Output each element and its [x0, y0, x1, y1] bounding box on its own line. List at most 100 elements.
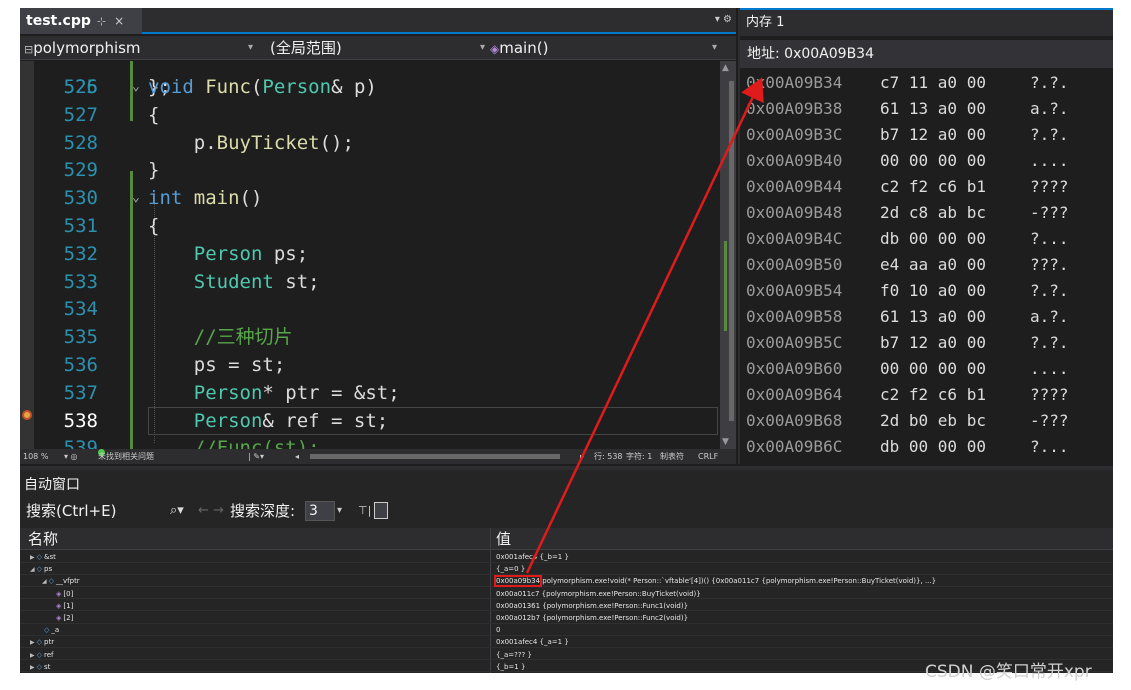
memory-row[interactable]: 0x00A09B5C b7 12 a0 00?.?.	[740, 330, 1113, 356]
code-line[interactable]: 532 Person ps;	[20, 240, 720, 268]
code-line[interactable]: 527 {	[20, 101, 720, 129]
memory-row[interactable]: 0x00A09B64 c2 f2 c6 b1????	[740, 382, 1113, 408]
memory-address: 0x00A09B64	[746, 385, 843, 404]
line-number: 528	[63, 131, 98, 154]
pin-column-icon[interactable]: ⊤|	[358, 498, 371, 524]
memory-address: 0x00A09B38	[746, 99, 843, 118]
memory-address-bar[interactable]: 地址: 0x00A09B34	[740, 40, 1113, 68]
autos-value-cell: 0x00a09b34 polymorphism.exe!void(* Perso…	[493, 575, 937, 588]
search-depth-select[interactable]: 3	[305, 501, 335, 521]
zoom-dropdown-icon[interactable]: ▾ ◎	[64, 449, 78, 464]
autos-value-cell: 0x001afec4 {_b=1 }	[496, 552, 569, 562]
scroll-right-icon[interactable]: ▸	[580, 449, 584, 464]
memory-row[interactable]: 0x00A09B34 c7 11 a0 00?.?.	[740, 70, 1113, 96]
search-icon[interactable]: ⌕▾	[170, 498, 184, 524]
memory-row[interactable]: 0x00A09B58 61 13 a0 00 a.?.	[740, 304, 1113, 330]
line-indicator: 行: 538	[594, 452, 623, 461]
expand-icon[interactable]: ▶	[30, 664, 35, 671]
memory-row[interactable]: 0x00A09B68 2d b0 eb bc -???	[740, 408, 1113, 434]
scroll-up-icon[interactable]: ▲	[722, 63, 729, 73]
autos-value-cell: 0x00a01361 {polymorphism.exe!Person::Fun…	[496, 601, 688, 611]
expand-icon[interactable]: ▶	[30, 639, 35, 646]
memory-row[interactable]: 0x00A09B44 c2 f2 c6 b1????	[740, 174, 1113, 200]
indent-indicator[interactable]: 制表符	[660, 449, 684, 464]
autos-row[interactable]: ▶ ◇ ptr 0x001afec4 {_a=1 }	[20, 637, 1113, 648]
address-input[interactable]: 0x00A09B34	[784, 46, 874, 62]
autos-row[interactable]: ◈ [1] 0x00a01361 {polymorphism.exe!Person:…	[20, 601, 1113, 612]
code-line[interactable]: 539 //Func(st);	[20, 434, 720, 449]
code-line[interactable]: 538 Person& ref = st;	[20, 407, 720, 435]
pin-icon[interactable]: ⊹	[97, 15, 106, 28]
autos-row[interactable]: ◢ ◇ ps {_a=0 }	[20, 564, 1113, 575]
scroll-left-icon[interactable]: ◂	[295, 449, 299, 464]
back-forward-icons[interactable]: ← →	[198, 498, 224, 524]
autos-row[interactable]: ◢ ◇ __vfptr 0x00a09b34 polymorphism.exe!voi…	[20, 575, 1113, 588]
scope-dropdown[interactable]: (全局范围) ▾	[270, 36, 502, 60]
autos-row[interactable]: ◇ _a 0	[20, 625, 1113, 636]
code-line[interactable]: 537 Person* ptr = &st;	[20, 379, 720, 407]
code-line[interactable]: 536 ps = st;	[20, 351, 720, 379]
code-line[interactable]: 534	[20, 295, 720, 323]
memory-row[interactable]: 0x00A09B50 e4 aa a0 00???.	[740, 252, 1113, 278]
autos-row[interactable]: ◈ [2] 0x00a012b7 {polymorphism.exe!Person:…	[20, 613, 1113, 624]
issues-text: 未找到相关问题	[98, 452, 154, 461]
variable-name: &st	[44, 553, 56, 561]
close-icon[interactable]: ×	[114, 14, 124, 28]
chevron-down-icon[interactable]: ▾	[337, 498, 342, 524]
tab-test-cpp[interactable]: test.cpp ⊹ ×	[20, 8, 142, 34]
code-token: {	[148, 215, 160, 237]
memory-row[interactable]: 0x00A09B54 f0 10 a0 00?.?.	[740, 278, 1113, 304]
collapse-icon[interactable]: ⌄	[132, 184, 140, 212]
eol-indicator[interactable]: CRLF	[698, 449, 718, 464]
brush-icon[interactable]: | ✎▾	[248, 449, 264, 464]
memory-row[interactable]: 0x00A09B48 2d c8 ab bc -???	[740, 200, 1113, 226]
memory-row[interactable]: 0x00A09B6C db 00 00 00?...	[740, 434, 1113, 460]
code-line[interactable]: 528 p.BuyTicket();	[20, 129, 720, 157]
view-hex-icon[interactable]	[374, 502, 388, 519]
expand-icon[interactable]: ▶	[30, 652, 35, 659]
object-icon: ◇	[48, 577, 55, 586]
code-line[interactable]: 526 ⌄ void Func(Person& p)	[20, 73, 720, 101]
name-column-header[interactable]: 名称	[28, 528, 58, 550]
memory-bytes: c2 f2 c6 b1	[880, 177, 986, 196]
scroll-thumb[interactable]	[729, 81, 734, 421]
code-line[interactable]: 529}	[20, 156, 720, 184]
memory-ascii: -???	[1030, 411, 1069, 430]
project-dropdown[interactable]: ⊟polymorphism ▾	[24, 36, 264, 60]
autos-name-cell: ◢ ◇ ps	[30, 564, 52, 575]
line-number: 527	[63, 103, 98, 126]
autos-value-cell: 0x00a011c7 {polymorphism.exe!Person::Buy…	[496, 589, 701, 599]
memory-row[interactable]: 0x00A09B60 00 00 00 00....	[740, 356, 1113, 382]
code-line[interactable]: 531 {	[20, 212, 720, 240]
autos-row[interactable]: ▶ ◇ &st 0x001afec4 {_b=1 }	[20, 552, 1113, 563]
variable-value: polymorphism.exe!void(* Person::`vftable…	[542, 577, 937, 586]
expand-icon[interactable]: ◢	[42, 578, 47, 585]
expand-icon[interactable]: ▶	[30, 554, 35, 561]
autos-row[interactable]: ◈ [0] 0x00a011c7 {polymorphism.exe!Person:…	[20, 589, 1113, 600]
memory-row[interactable]: 0x00A09B3C b7 12 a0 00?.?.	[740, 122, 1113, 148]
memory-ascii: ?...	[1030, 229, 1069, 248]
search-input[interactable]: 搜索(Ctrl+E)	[26, 498, 116, 524]
collapse-icon[interactable]: ⌄	[132, 73, 140, 101]
code-area[interactable]: 525}; 526 ⌄ void Func(Person& p) 527{528 p.…	[20, 61, 736, 449]
memory-row[interactable]: 0x00A09B70 40 eb a0 00 @??.	[740, 460, 1113, 464]
editor-vertical-scrollbar[interactable]: ▲ ▼	[720, 61, 736, 449]
memory-row[interactable]: 0x00A09B4C db 00 00 00?...	[740, 226, 1113, 252]
code-line[interactable]: 533 Student st;	[20, 268, 720, 296]
value-column-header[interactable]: 值	[496, 528, 511, 550]
expand-icon[interactable]: ◢	[30, 566, 35, 573]
code-line[interactable]: 535 //三种切片	[20, 323, 720, 351]
tab-dropdown-icon[interactable]: ▾ ⚙	[715, 14, 732, 25]
memory-row[interactable]: 0x00A09B40 00 00 00 00....	[740, 148, 1113, 174]
code-line[interactable]: 530 ⌄ int main()	[20, 184, 720, 212]
chevron-down-icon: ▾	[712, 42, 718, 53]
horizontal-scroll-thumb[interactable]	[310, 454, 560, 459]
memory-row[interactable]: 0x00A09B38 61 13 a0 00 a.?.	[740, 96, 1113, 122]
zoom-level[interactable]: 108 %	[23, 449, 48, 464]
chevron-down-icon: ▾	[480, 42, 486, 53]
scroll-down-icon[interactable]: ▼	[722, 437, 729, 447]
function-dropdown[interactable]: ◈main() ▾	[490, 36, 730, 60]
memory-window: 内存 1 地址: 0x00A09B34 0x00A09B34 c7 11 a0 0…	[738, 8, 1113, 464]
